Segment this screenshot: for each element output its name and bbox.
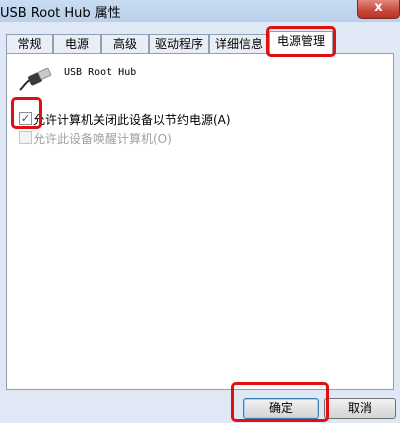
tab-advanced[interactable]: 高级 — [101, 34, 149, 54]
window-title: USB Root Hub 属性 — [0, 6, 121, 21]
tab-driver[interactable]: 驱动程序 — [149, 34, 209, 54]
allow-power-off-label: 允许计算机关闭此设备以节约电源(A) — [33, 113, 231, 127]
usb-plug-icon — [19, 68, 52, 91]
close-icon: x — [374, 0, 383, 15]
allow-power-off-checkbox[interactable]: ✓ — [19, 112, 32, 125]
device-name: USB Root Hub — [64, 67, 137, 78]
tab-power[interactable]: 电源 — [53, 34, 101, 54]
allow-wake-checkbox — [19, 131, 32, 144]
tab-power-management[interactable]: 电源管理 — [269, 31, 333, 55]
tab-details[interactable]: 详细信息 — [209, 34, 269, 54]
cancel-button[interactable]: 取消 — [324, 398, 396, 419]
tab-general[interactable]: 常规 — [6, 34, 53, 54]
power-management-panel — [6, 53, 394, 390]
tab-strip: 常规 电源 高级 驱动程序 详细信息 电源管理 — [6, 31, 400, 55]
close-button[interactable]: x — [357, 0, 400, 19]
ok-button[interactable]: 确定 — [243, 398, 319, 419]
title-bar: USB Root Hub 属性 — [0, 0, 400, 22]
allow-wake-label: 允许此设备唤醒计算机(O) — [33, 132, 172, 146]
